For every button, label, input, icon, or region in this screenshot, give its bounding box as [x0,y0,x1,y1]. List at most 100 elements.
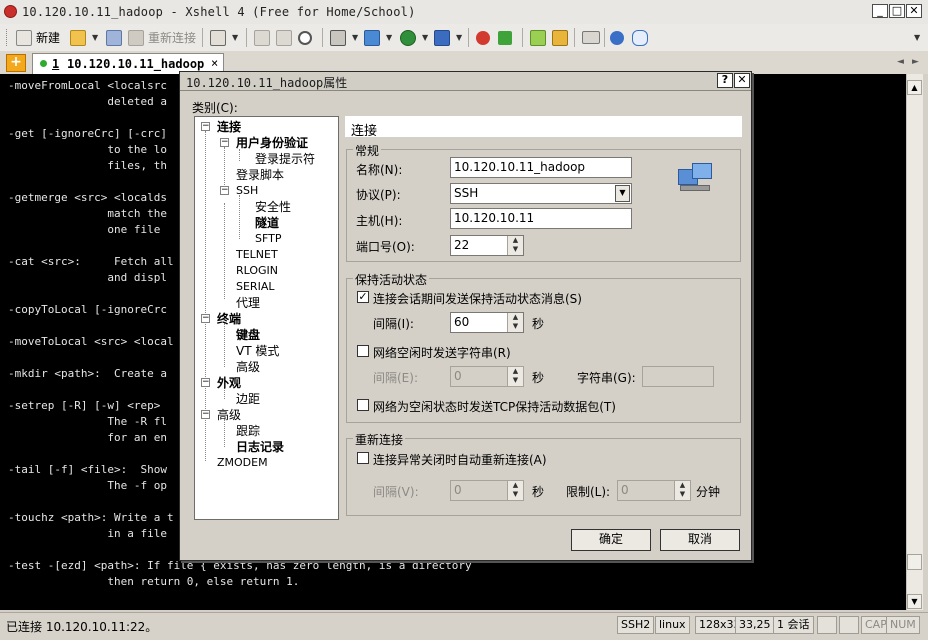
print-button[interactable]: ▼ [330,28,358,47]
close-button[interactable]: ✕ [906,4,922,18]
tree-item-sftp[interactable]: SFTP [255,232,281,246]
send-string-checkbox[interactable] [357,345,369,357]
cancel-button[interactable]: 取消 [660,529,740,551]
tree-item-auth[interactable]: 用户身份验证 [236,136,308,150]
tree-item-serial[interactable]: SERIAL [236,280,274,294]
status-num: NUM [886,616,920,634]
toolbar-separator [468,28,469,47]
limit-spinner[interactable]: ▲ ▼ [674,481,690,500]
tree-item-keyboard[interactable]: 键盘 [236,328,260,342]
terminal-line: match the [8,207,167,220]
status-cursor: 33,25 [735,616,775,634]
toolbar-overflow-button[interactable]: ▼ [912,28,920,47]
font-button[interactable]: ▼ [434,28,462,47]
port-spinner[interactable]: ▲ ▼ [507,236,523,255]
tree-item-vt-mode[interactable]: VT 模式 [236,344,279,358]
tree-item-proxy[interactable]: 代理 [236,296,260,310]
transfer-button[interactable]: ▼ [364,28,392,47]
send-keepalive-checkbox[interactable]: ✓ [357,291,369,303]
tree-item-terminal[interactable]: 终端 [217,312,241,326]
limit-label: 限制(L): [566,485,611,499]
string-field[interactable] [642,366,714,387]
paste-button[interactable] [276,28,296,47]
terminal-line: The -R fl [8,415,167,428]
terminal-line: -cat <src>: Fetch all [8,255,174,268]
tree-item-rlogin[interactable]: RLOGIN [236,264,278,278]
paste-icon [276,29,292,46]
scroll-thumb[interactable] [907,554,922,570]
interval-e-unit: 秒 [532,371,545,385]
open-folder-button[interactable]: ▼ [70,28,98,47]
expand-toggle-terminal[interactable]: − [201,314,210,323]
help-button[interactable] [610,28,628,47]
disconnect-button[interactable] [106,28,126,47]
expand-toggle-auth[interactable]: − [220,138,229,147]
lock-button[interactable] [552,28,572,47]
keyboard-button[interactable] [582,28,604,47]
tree-item-login-prompt[interactable]: 登录提示符 [255,152,315,166]
tree-item-login-script[interactable]: 登录脚本 [236,168,284,182]
window-title: 10.120.10.11_hadoop - Xshell 4 (Free for… [22,5,416,19]
tree-item-appearance[interactable]: 外观 [217,376,241,390]
name-field[interactable]: 10.120.10.11_hadoop [450,157,632,178]
expand-toggle-advanced[interactable]: − [201,410,210,419]
chevron-down-icon[interactable]: ▼ [615,185,630,202]
reconnect-interval-spinner[interactable]: ▲ ▼ [507,481,523,500]
tree-item-terminal-advanced[interactable]: 高级 [236,360,260,374]
tab-scroll-right-icon[interactable]: ► [912,57,919,67]
interval-e-spinner[interactable]: ▲ ▼ [507,367,523,386]
dialog-close-button[interactable]: ✕ [734,73,750,88]
new-tab-button[interactable]: + [6,54,26,72]
chat-button[interactable] [632,28,652,47]
terminal-line: and displ [8,271,167,284]
dialog-title-bar: 10.120.10.11_hadoop属性 ? ✕ [180,72,751,91]
category-tree[interactable]: − 连接 − 用户身份验证 登录提示符 登录脚本 − SSH 安全性 隧道 SF… [194,116,339,520]
expand-toggle-appearance[interactable]: − [201,378,210,387]
find-button[interactable] [298,28,316,47]
tab-close-icon[interactable]: × [211,56,218,70]
globe-button[interactable]: ▼ [400,28,428,47]
limit-field[interactable]: 0 ▲ ▼ [617,480,691,501]
ok-button[interactable]: 确定 [571,529,651,551]
tree-item-zmodem[interactable]: ZMODEM [217,456,268,470]
tcp-keepalive-checkbox[interactable] [357,399,369,411]
expand-toggle-ssh[interactable]: − [220,186,229,195]
expand-toggle-connection[interactable]: − [201,122,210,131]
dialog-help-button[interactable]: ? [717,73,733,88]
interval-e-field[interactable]: 0 ▲ ▼ [450,366,524,387]
reconnect-interval-field[interactable]: 0 ▲ ▼ [450,480,524,501]
tree-item-log[interactable]: 日志记录 [236,440,284,454]
maximize-button[interactable]: □ [889,4,905,18]
chevron-down-icon: ▼ [352,33,359,42]
tree-item-margin[interactable]: 边距 [236,392,260,406]
new-session-icon [16,29,32,46]
copy-button[interactable] [254,28,274,47]
tree-item-connection[interactable]: 连接 [217,120,241,134]
interval-field[interactable]: 60 ▲ ▼ [450,312,524,333]
terminal-line: for an en [8,431,167,444]
tree-item-tunnel[interactable]: 隧道 [255,216,279,230]
port-field[interactable]: 22 ▲ ▼ [450,235,524,256]
tree-item-ssh[interactable]: SSH [236,184,258,198]
scroll-up-icon[interactable]: ▲ [907,80,922,95]
tab-scroll-left-icon[interactable]: ◄ [897,57,904,67]
xshell-button[interactable] [476,28,494,47]
scroll-down-icon[interactable]: ▼ [907,594,922,609]
tree-item-telnet[interactable]: TELNET [236,248,278,262]
tree-item-security[interactable]: 安全性 [255,200,291,214]
xftp-button[interactable] [498,28,516,47]
terminal-scrollbar[interactable]: ▲ ▼ [906,74,923,610]
tree-item-advanced[interactable]: 高级 [217,408,241,422]
host-field[interactable]: 10.120.10.11 [450,208,632,229]
auto-reconnect-checkbox[interactable] [357,452,369,464]
tree-item-trace[interactable]: 跟踪 [236,424,260,438]
new-session-button[interactable]: 新建 [16,28,60,47]
interval-spinner[interactable]: ▲ ▼ [507,313,523,332]
terminal-line: -setrep [-R] [-w] <rep> [8,399,167,412]
reconnect-button[interactable]: 重新连接 [128,28,196,47]
properties-button[interactable]: ▼ [210,28,238,47]
protocol-select[interactable]: SSH ▼ [450,183,632,204]
layout-button[interactable] [530,28,550,47]
toolbar-separator [246,28,247,47]
minimize-button[interactable]: _ [872,4,888,18]
